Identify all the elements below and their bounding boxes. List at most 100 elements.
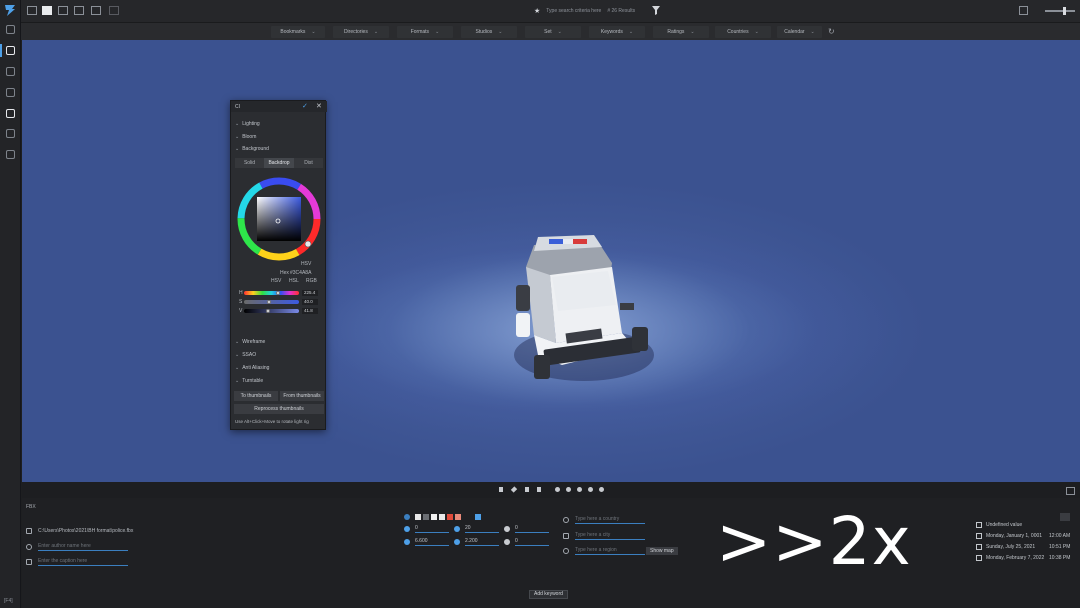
star-icon[interactable]: ★ — [534, 7, 540, 15]
folder-icon[interactable] — [6, 88, 15, 97]
section-anti-aliasing[interactable]: Anti Aliasing — [235, 365, 269, 374]
date-time[interactable]: 10:38 PM — [1049, 555, 1070, 561]
section-ssao[interactable]: SSAO — [235, 352, 256, 361]
date-label[interactable]: Undefined value — [986, 522, 1022, 528]
more-view-icon[interactable] — [109, 6, 119, 15]
3d-viewport[interactable]: CI ✓ ✕ Lighting Bloom Background Solid B… — [22, 40, 1080, 482]
caption-input[interactable]: Enter the caption here — [38, 558, 128, 566]
rating-star-4-icon[interactable] — [588, 487, 593, 492]
section-wireframe[interactable]: Wireframe — [235, 339, 265, 348]
mode-hsv[interactable]: HSV — [271, 278, 281, 284]
hue-value[interactable]: 225.4 — [302, 290, 318, 296]
color-swatch-pink[interactable] — [455, 514, 461, 520]
rating-star-3-icon[interactable] — [577, 487, 582, 492]
color-mode-select[interactable]: HSV — [301, 261, 311, 267]
color-swatch-red[interactable] — [447, 514, 453, 520]
hue-slider-knob[interactable] — [276, 291, 281, 295]
filter-countries[interactable]: Countries ⌄ — [715, 26, 771, 38]
saturation-slider[interactable] — [244, 300, 299, 304]
filter-formats[interactable]: Formats ⌄ — [397, 26, 453, 38]
check-icon[interactable]: ✓ — [302, 102, 308, 110]
author-input[interactable]: Enter author name here — [38, 543, 128, 551]
hue-slider[interactable] — [244, 291, 299, 295]
app-logo-icon[interactable] — [3, 3, 17, 17]
rating-star-2-icon[interactable] — [566, 487, 571, 492]
date-time[interactable]: 10:51 PM — [1049, 544, 1070, 550]
mode-hsl[interactable]: HSL — [289, 278, 299, 284]
filter-calendar[interactable]: Calendar ⌄ — [777, 26, 822, 38]
browse-icon[interactable] — [6, 46, 15, 55]
to-thumbnails-button[interactable]: To thumbnails — [234, 391, 278, 401]
filter-set[interactable]: Set ⌄ — [525, 26, 581, 38]
trash-icon[interactable] — [499, 487, 503, 492]
from-thumbnails-button[interactable]: From thumbnails — [280, 391, 324, 401]
fullscreen-icon[interactable] — [1019, 6, 1028, 15]
bg-mode-backdrop[interactable]: Backdrop — [264, 158, 294, 168]
bg-mode-dist[interactable]: Dist — [294, 158, 323, 168]
close-icon[interactable]: ✕ — [316, 102, 322, 110]
saturation-slider-knob[interactable] — [266, 300, 271, 304]
color-swatch-light[interactable] — [431, 514, 437, 520]
color-swatch-light-2[interactable] — [439, 514, 445, 520]
color-swatch-blue[interactable] — [475, 514, 481, 520]
mode-rgb[interactable]: RGB — [306, 278, 317, 284]
police-car-model[interactable] — [504, 205, 664, 395]
history-icon[interactable] — [6, 67, 15, 76]
count-value[interactable]: 0 — [415, 525, 449, 533]
zoom-slider[interactable] — [1045, 7, 1075, 15]
lightbulb-icon[interactable] — [6, 150, 15, 159]
section-background[interactable]: Background — [235, 146, 269, 155]
refresh-icon[interactable]: ↻ — [828, 27, 837, 36]
date-settings-icon[interactable] — [1060, 513, 1070, 521]
value-value[interactable]: 41.8 — [302, 308, 318, 314]
date-label[interactable]: Monday, February 7, 2022 — [986, 555, 1044, 561]
color-tag-icon[interactable] — [404, 514, 410, 520]
reprocess-thumbnails-button[interactable]: Reprocess thumbnails — [234, 404, 324, 414]
filter-bookmarks[interactable]: Bookmarks ⌄ — [271, 26, 325, 38]
saturation-value[interactable]: 40.0 — [302, 299, 318, 305]
country-input[interactable]: Type here a country — [575, 516, 645, 524]
date-label[interactable]: Monday, January 1, 0001 — [986, 533, 1042, 539]
paint-icon[interactable] — [6, 109, 15, 118]
section-lighting[interactable]: Lighting — [235, 121, 260, 130]
single-view-icon[interactable] — [42, 6, 52, 15]
color-swatch-white[interactable] — [415, 514, 421, 520]
search-input[interactable]: Type search criteria here — [546, 8, 601, 14]
city-input[interactable]: Type here a city — [575, 532, 645, 540]
count-value[interactable]: 0 — [515, 538, 549, 546]
panel-toggle-icon[interactable] — [27, 6, 37, 15]
list-view-icon[interactable] — [58, 6, 68, 15]
expand-panel-icon[interactable] — [1066, 487, 1075, 495]
count-value[interactable]: 2.200 — [465, 538, 499, 546]
search-box[interactable]: ★ Type search criteria here # 26 Results — [534, 5, 664, 17]
section-bloom[interactable]: Bloom — [235, 134, 256, 143]
count-value[interactable]: 0 — [515, 525, 549, 533]
file-path[interactable]: C:\Users\Photos\2021\BH format\police.fb… — [38, 528, 133, 534]
color-wheel[interactable] — [235, 175, 323, 263]
filter-keywords[interactable]: Keywords ⌄ — [589, 26, 645, 38]
color-swatch-gray[interactable] — [423, 514, 429, 520]
count-value[interactable]: 20 — [465, 525, 499, 533]
pencil-icon[interactable] — [510, 486, 518, 493]
value-slider-knob[interactable] — [265, 309, 270, 313]
filter-directories[interactable]: Directories ⌄ — [333, 26, 389, 38]
filter-studios[interactable]: Studios ⌄ — [461, 26, 517, 38]
home-icon[interactable] — [6, 25, 15, 34]
grid-view-icon[interactable] — [74, 6, 84, 15]
date-time[interactable]: 12:00 AM — [1049, 533, 1070, 539]
count-value[interactable]: 6.600 — [415, 538, 449, 546]
rating-star-5-icon[interactable] — [599, 487, 604, 492]
add-keyword-button[interactable]: Add keyword — [529, 590, 568, 599]
compare-view-icon[interactable] — [91, 6, 101, 15]
settings-icon[interactable] — [6, 129, 15, 138]
thumbs-down-icon[interactable] — [537, 487, 541, 492]
thumbs-up-icon[interactable] — [525, 487, 529, 492]
filter-ratings[interactable]: Ratings ⌄ — [653, 26, 709, 38]
region-input[interactable]: Type here a region — [575, 547, 645, 555]
section-turntable[interactable]: Turntable — [235, 378, 263, 387]
show-map-button[interactable]: Show map — [646, 547, 678, 555]
value-slider[interactable] — [244, 309, 299, 313]
filter-icon[interactable] — [652, 6, 660, 15]
bg-mode-solid[interactable]: Solid — [235, 158, 264, 168]
hex-value[interactable]: #3C4A8A — [290, 270, 311, 276]
